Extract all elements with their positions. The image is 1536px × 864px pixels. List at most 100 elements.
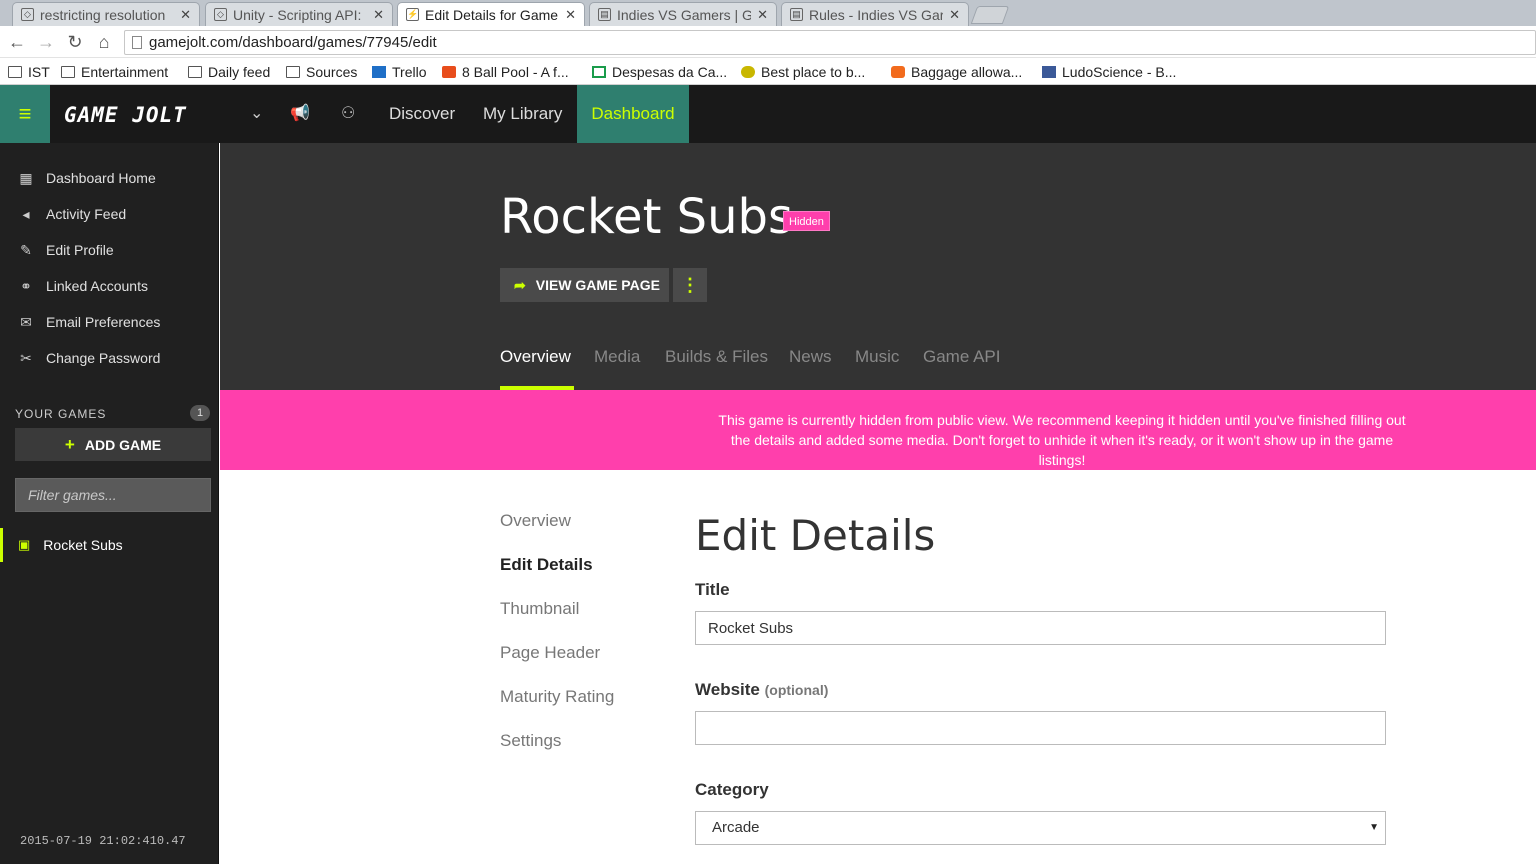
bookmark-item[interactable]: Trello (372, 62, 427, 82)
timestamp: 2015-07-19 21:02:410.47 (20, 834, 186, 848)
megaphone-icon: ◂ (22, 205, 30, 222)
bookmark-label: Sources (306, 64, 358, 80)
subnav-settings[interactable]: Settings (500, 731, 561, 751)
bookmark-item[interactable]: IST (8, 62, 50, 82)
tab-news[interactable]: News (789, 347, 832, 367)
browser-tab[interactable]: ▤ Rules - Indies VS Gar ✕ (781, 2, 969, 26)
bookmark-label: LudoScience - B... (1062, 64, 1177, 80)
sidebar-item-activity-feed[interactable]: ◂ Activity Feed (0, 197, 219, 231)
tab-builds-files[interactable]: Builds & Files (665, 347, 768, 367)
new-tab-button[interactable] (970, 6, 1010, 24)
view-game-label: VIEW GAME PAGE (535, 277, 660, 293)
subnav-page-header[interactable]: Page Header (500, 643, 600, 663)
website-input[interactable] (695, 711, 1386, 745)
facebook-icon (1042, 66, 1056, 78)
close-icon[interactable]: ✕ (180, 7, 191, 23)
filter-games-input[interactable] (15, 478, 211, 512)
megaphone-icon[interactable]: 📢 (290, 103, 310, 123)
category-value: Arcade (712, 819, 760, 836)
subnav-maturity-rating[interactable]: Maturity Rating (500, 687, 614, 707)
subnav-edit-details[interactable]: Edit Details (500, 555, 593, 575)
gamepad-icon: ▣ (18, 537, 31, 552)
back-icon[interactable]: ← (6, 31, 28, 53)
chevron-down-icon[interactable]: ⌄ (250, 103, 263, 123)
tab-label: Unity - Scripting API: (233, 6, 362, 23)
pencil-icon: ✎ (20, 241, 32, 258)
hidden-badge: Hidden (783, 211, 830, 231)
browser-tab[interactable]: ◇ Unity - Scripting API: ✕ (205, 2, 393, 26)
sidebar-item-label: Email Preferences (46, 314, 161, 330)
sidebar-item-dashboard-home[interactable]: ▦ Dashboard Home (0, 161, 219, 195)
folder-icon (188, 66, 202, 78)
game-title: Rocket Subs (500, 189, 794, 245)
site-header: ≡ GAME JOLT ⌄ 📢 ⚇ Discover My Library Da… (0, 85, 1536, 143)
sidebar-item-email-preferences[interactable]: ✉ Email Preferences (0, 305, 219, 339)
browser-tab[interactable]: ▤ Indies VS Gamers | G ✕ (589, 2, 777, 26)
browser-tab[interactable]: ◇ restricting resolution ✕ (12, 2, 200, 26)
tab-media[interactable]: Media (594, 347, 640, 367)
network-icon[interactable]: ⚇ (341, 103, 355, 123)
game-hero: Rocket Subs Hidden ➦ VIEW GAME PAGE ⋮ Ove… (220, 143, 1536, 390)
envelope-icon: ✉ (20, 313, 32, 330)
sidebar-game-rocket-subs[interactable]: ▣ Rocket Subs (0, 528, 219, 562)
sidebar-item-label: Linked Accounts (46, 278, 148, 294)
home-icon[interactable]: ⌂ (93, 31, 115, 53)
sidebar: ▦ Dashboard Home ◂ Activity Feed ✎ Edit … (0, 143, 219, 864)
subnav-overview[interactable]: Overview (500, 511, 571, 531)
close-icon[interactable]: ✕ (565, 7, 576, 23)
bookmark-item[interactable]: Best place to b... (741, 62, 865, 82)
forward-icon[interactable]: → (35, 31, 57, 53)
plus-icon: + (64, 435, 75, 454)
view-game-page-button[interactable]: ➦ VIEW GAME PAGE (500, 268, 669, 302)
add-game-button[interactable]: + ADD GAME (15, 428, 211, 461)
browser-tab-active[interactable]: ⚡ Edit Details for Game ✕ (397, 2, 585, 26)
page-icon (132, 36, 142, 49)
bookmark-label: Entertainment (81, 64, 169, 80)
sidebar-item-change-password[interactable]: ✂ Change Password (0, 341, 219, 375)
address-bar[interactable]: gamejolt.com/dashboard/games/77945/edit (124, 30, 1536, 55)
bookmark-item[interactable]: Sources (286, 62, 357, 82)
page-title: Edit Details (695, 511, 936, 560)
add-game-label: ADD GAME (84, 437, 162, 453)
tab-game-api[interactable]: Game API (923, 347, 1000, 367)
bookmark-item[interactable]: Despesas da Ca... (592, 62, 727, 82)
tab-music[interactable]: Music (855, 347, 899, 367)
unity-icon: ◇ (21, 8, 34, 21)
sidebar-item-linked-accounts[interactable]: ⚭ Linked Accounts (0, 269, 219, 303)
sidebar-item-label: Change Password (46, 350, 161, 366)
tab-overview[interactable]: Overview (500, 347, 571, 367)
category-select[interactable]: Arcade ▼ (695, 811, 1386, 845)
bookmark-item[interactable]: Baggage allowa... (891, 62, 1022, 82)
bookmark-item[interactable]: Daily feed (188, 62, 270, 82)
sidebar-item-edit-profile[interactable]: ✎ Edit Profile (0, 233, 219, 267)
folder-icon (286, 66, 300, 78)
link-icon: ⚭ (20, 277, 32, 294)
close-icon[interactable]: ✕ (373, 7, 384, 23)
close-icon[interactable]: ✕ (949, 7, 960, 23)
hamburger-menu-icon[interactable]: ≡ (0, 85, 50, 143)
title-label: Title (695, 580, 730, 599)
subnav-thumbnail[interactable]: Thumbnail (500, 599, 579, 619)
caret-down-icon: ▼ (1369, 822, 1379, 833)
games-count-badge: 1 (190, 405, 210, 421)
bookmark-item[interactable]: Entertainment (61, 62, 168, 82)
nav-my-library[interactable]: My Library (483, 85, 562, 143)
nav-discover[interactable]: Discover (389, 85, 455, 143)
gamejolt-logo[interactable]: GAME JOLT (64, 103, 187, 127)
title-input[interactable] (695, 611, 1386, 645)
optional-hint: (optional) (764, 682, 829, 698)
more-options-icon[interactable]: ⋮ (673, 268, 707, 302)
bookmark-item[interactable]: 8 Ball Pool - A f... (442, 62, 569, 82)
folder-icon (8, 66, 22, 78)
close-icon[interactable]: ✕ (757, 7, 768, 23)
forum-icon: ▤ (598, 8, 611, 21)
nav-dashboard[interactable]: Dashboard (577, 85, 689, 143)
smiley-icon (741, 66, 755, 78)
bookmark-label: IST (28, 64, 50, 80)
bookmark-label: Daily feed (208, 64, 271, 80)
sidebar-item-label: Edit Profile (46, 242, 114, 258)
unity-icon: ◇ (214, 8, 227, 21)
play-icon (442, 66, 456, 78)
bookmark-item[interactable]: LudoScience - B... (1042, 62, 1176, 82)
reload-icon[interactable]: ↻ (64, 31, 86, 53)
